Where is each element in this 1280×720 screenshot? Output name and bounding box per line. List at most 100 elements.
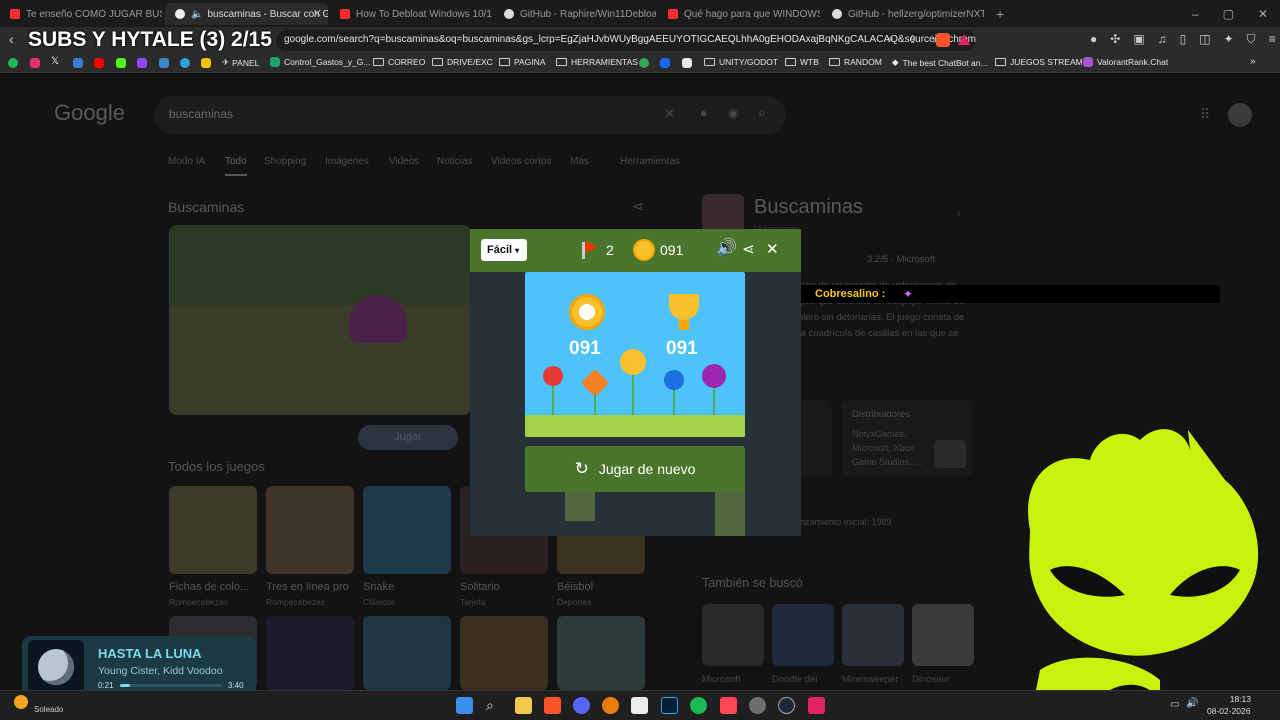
apps-icon[interactable]: ⠿ <box>1200 106 1210 123</box>
tab-shopping[interactable]: Shopping <box>264 156 306 167</box>
wallet-icon[interactable]: ◫ <box>1199 32 1210 47</box>
bookmark-icon-green[interactable] <box>639 58 649 68</box>
tab-windows-video[interactable]: Qué hago para que WINDOWS vaya <box>658 3 820 25</box>
brave-rewards-icon[interactable] <box>958 34 970 45</box>
avatar[interactable] <box>1228 103 1252 127</box>
close-window-icon[interactable]: ✕ <box>1258 7 1268 21</box>
vpn-icon[interactable]: ⛉ <box>1247 32 1256 47</box>
x-bookmark-icon[interactable]: 𝕏 <box>51 56 59 67</box>
brave-shield-icon[interactable] <box>936 33 950 47</box>
close-icon[interactable]: ✕ <box>766 240 779 258</box>
also-searched-card[interactable] <box>702 604 764 666</box>
youtube-bookmark-icon[interactable] <box>94 58 104 68</box>
lens-icon[interactable]: ◉ <box>728 106 738 120</box>
valorant-icon[interactable] <box>720 697 737 714</box>
new-tab-button[interactable]: + <box>986 3 1008 25</box>
game-card-fichas[interactable] <box>169 486 257 574</box>
instagram-bookmark-icon[interactable] <box>30 58 40 68</box>
bookmark-folder-juegos-stream[interactable]: JUEGOS STREAM <box>995 57 1083 67</box>
game-card-pacman[interactable] <box>266 616 354 690</box>
more-bookmarks-icon[interactable]: » <box>1250 56 1256 67</box>
play-button[interactable]: Jugar <box>358 425 458 450</box>
photoshop-icon[interactable] <box>661 697 678 714</box>
game-preview-image[interactable] <box>169 225 471 415</box>
twitch-bookmark-icon[interactable] <box>137 58 147 68</box>
spotify-bookmark-icon[interactable] <box>8 58 18 68</box>
search-icon[interactable]: ⌕ <box>758 104 766 121</box>
zoom-icon[interactable]: ⌕ <box>888 33 894 46</box>
leo-icon[interactable]: ✦ <box>1224 32 1234 47</box>
tab-mas[interactable]: Más <box>570 156 589 167</box>
telegram-bookmark-icon[interactable] <box>180 58 190 68</box>
tab-google-search[interactable]: 🔈buscaminas - Buscar con Google✕ <box>165 3 328 25</box>
bookmark-panel[interactable]: ✈ PANEL <box>222 57 259 68</box>
kick-bookmark-icon[interactable] <box>116 58 126 68</box>
search-input[interactable]: buscaminas <box>154 96 786 134</box>
tab-videos-cortos[interactable]: Videos cortos <box>491 156 551 167</box>
game-card[interactable] <box>557 616 645 690</box>
menu-icon[interactable]: ≡ <box>1269 32 1276 47</box>
distributors-card[interactable]: Distribuidores NotyxGames, Microsoft, Xb… <box>842 400 972 476</box>
bookmark-icon-blue[interactable] <box>73 58 83 68</box>
minimize-icon[interactable]: – <box>1192 7 1199 21</box>
start-icon[interactable] <box>456 697 473 714</box>
clear-icon[interactable]: ✕ <box>664 106 675 122</box>
track-progress[interactable] <box>120 684 222 687</box>
extension-icon[interactable]: ● <box>1090 32 1097 47</box>
tab-debloat-video[interactable]: How To Debloat Windows 10/11 (Full Guide… <box>330 3 492 25</box>
also-searched-card[interactable] <box>842 604 904 666</box>
bookmark-valorantrank[interactable]: ValorantRank.Chat <box>1083 57 1168 67</box>
difficulty-select[interactable]: Fácil ▾ <box>481 239 527 261</box>
game-card[interactable] <box>460 616 548 690</box>
tab-github-win11debloat[interactable]: GitHub - Raphire/Win11Debloat: A simple <box>494 3 656 25</box>
clock-date[interactable]: 08-02-2026 <box>1207 706 1250 716</box>
bookmark-folder-pagina[interactable]: PAGINA <box>499 57 546 67</box>
url-field[interactable]: google.com/search?q=buscaminas&oq=buscam… <box>276 30 976 51</box>
brave-icon[interactable] <box>544 697 561 714</box>
share-icon[interactable]: ⋖ <box>632 198 644 215</box>
volume-icon[interactable]: 🔊 <box>1186 698 1198 709</box>
game-card[interactable] <box>363 616 451 690</box>
notion-icon[interactable] <box>631 697 648 714</box>
game-card-tres-en-linea[interactable] <box>266 486 354 574</box>
google-logo[interactable]: Google <box>54 100 125 126</box>
spotify-icon[interactable] <box>690 697 707 714</box>
bookmark-folder-correo[interactable]: CORREO <box>373 57 425 67</box>
search-icon[interactable]: ⌕ <box>486 697 503 714</box>
discord-icon[interactable] <box>573 697 590 714</box>
app-icon[interactable] <box>808 697 825 714</box>
bookmark-folder-random[interactable]: RANDOM <box>829 57 882 67</box>
tab-herramientas[interactable]: Herramientas <box>620 156 680 167</box>
chevron-right-icon[interactable]: › <box>957 206 961 220</box>
file-explorer-icon[interactable] <box>515 697 532 714</box>
bookmark-icon-white[interactable] <box>682 58 692 68</box>
obs-icon[interactable] <box>749 697 766 714</box>
weather-icon[interactable] <box>14 695 28 709</box>
bookmark-folder-unity[interactable]: UNITY/GODOT <box>704 57 778 67</box>
steam-icon[interactable] <box>778 697 795 714</box>
tab-noticias[interactable]: Noticias <box>437 156 473 167</box>
blender-icon[interactable] <box>602 697 619 714</box>
tab-imagenes[interactable]: Imágenes <box>325 156 369 167</box>
game-card-snake[interactable] <box>363 486 451 574</box>
tab-todo[interactable]: Todo <box>225 156 247 167</box>
music-icon[interactable]: ♫ <box>1158 32 1167 47</box>
sidebar-icon[interactable]: ▯ <box>1180 32 1187 47</box>
share-icon[interactable]: ⋖ <box>742 240 755 258</box>
tab-modo-ia[interactable]: Modo IA <box>168 156 205 167</box>
also-searched-card[interactable] <box>912 604 974 666</box>
bookmark-folder-wtb[interactable]: WTB <box>785 57 819 67</box>
network-icon[interactable]: ▭ <box>1170 699 1179 710</box>
bookmark-folder-drive[interactable]: DRIVE/EXC <box>432 57 493 67</box>
mic-icon[interactable]: ● <box>700 106 707 120</box>
tab-github-optimizer[interactable]: GitHub - hellzerg/optimizerNXT: The <box>822 3 984 25</box>
puzzle-icon[interactable]: ✣ <box>1110 32 1120 47</box>
share-icon[interactable]: ⇪ <box>908 33 917 46</box>
tab-videos[interactable]: Videos <box>389 156 419 167</box>
back-icon[interactable]: ‹ <box>9 31 14 47</box>
sound-icon[interactable]: 🔊 <box>716 238 737 258</box>
kp-rating[interactable]: 3.2/5 · Microsoft <box>867 254 935 265</box>
maximize-icon[interactable]: ▢ <box>1223 7 1234 21</box>
bookmark-icon-pen[interactable] <box>159 58 169 68</box>
also-searched-card[interactable] <box>772 604 834 666</box>
